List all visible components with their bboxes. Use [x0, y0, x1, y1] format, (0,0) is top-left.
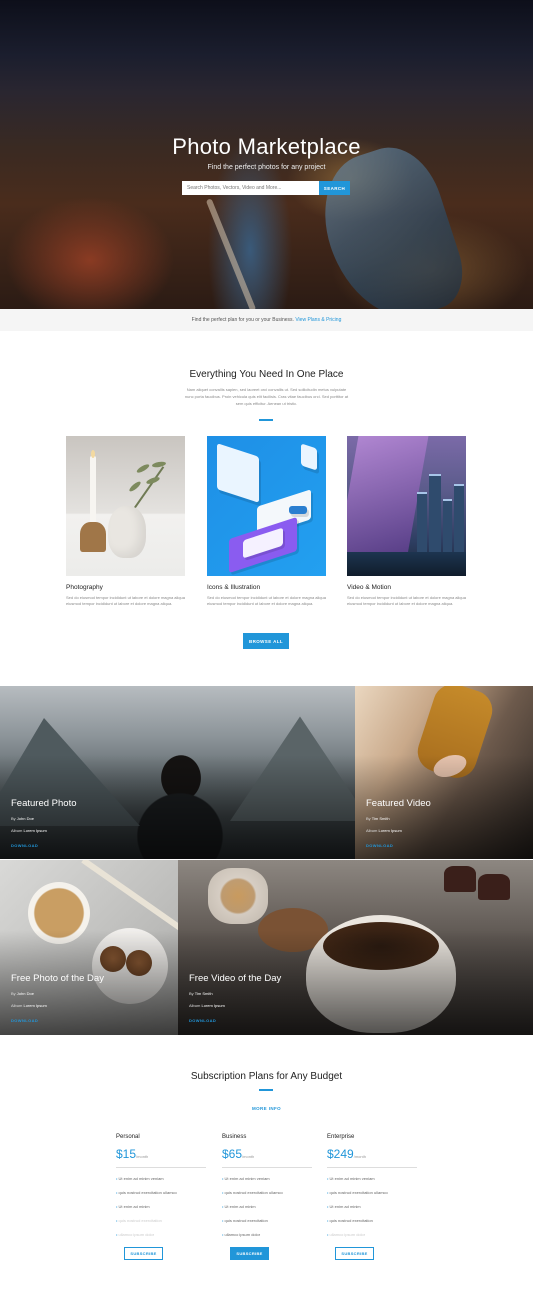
- video-motion-image: [347, 436, 466, 576]
- hero-road-shape: [205, 198, 257, 309]
- free-photo-tile[interactable]: Free Photo of the Day By John Doe Album …: [0, 860, 178, 1035]
- download-link[interactable]: DOWNLOAD: [11, 843, 38, 848]
- plan-feature: Ut enim ad minim veniam: [222, 1172, 312, 1186]
- plan-name: Business: [222, 1134, 247, 1140]
- plan-feature: Ut enim ad minim veniam: [327, 1172, 417, 1186]
- download-link[interactable]: DOWNLOAD: [189, 1018, 216, 1023]
- hero-subtitle: Find the perfect photos for any project: [207, 164, 326, 171]
- tile-title: Featured Photo: [11, 798, 77, 809]
- plan-divider: [116, 1167, 206, 1168]
- hero-river-shape: [306, 135, 474, 309]
- tile-album: Album Lorem Ipsum: [366, 828, 402, 833]
- card-text: Sed do eiusmod tempor incididunt ut labo…: [347, 595, 466, 606]
- plan-business: Business $65/month Ut enim ad minim veni…: [222, 1134, 312, 1260]
- plan-feature: ullamco ipsum dolor: [222, 1228, 312, 1242]
- tile-author: By John Doe: [11, 816, 34, 821]
- tile-title: Featured Video: [366, 798, 431, 809]
- plan-feature: ullamco ipsum dolor: [116, 1228, 206, 1242]
- plan-feature: ullamco ipsum dolor: [327, 1228, 417, 1242]
- card-title: Photography: [66, 584, 103, 591]
- plan-features: Ut enim ad minim veniam quis nostrud exe…: [327, 1172, 417, 1242]
- plan-feature: Ut enim ad minim veniam: [116, 1172, 206, 1186]
- card-video-motion[interactable]: Video & Motion Sed do eiusmod tempor inc…: [347, 436, 466, 607]
- plan-feature: quis nostrud exercitation: [116, 1214, 206, 1228]
- tile-author: By Tim Smith: [366, 816, 390, 821]
- card-text: Sed do eiusmod tempor incididunt ut labo…: [207, 595, 326, 606]
- plan-divider: [327, 1167, 417, 1168]
- download-link[interactable]: DOWNLOAD: [11, 1018, 38, 1023]
- hero-section: Photo Marketplace Find the perfect photo…: [0, 0, 533, 309]
- more-info-link[interactable]: MORE INFO: [0, 1106, 533, 1111]
- card-text: Sed do eiusmod tempor incididunt ut labo…: [66, 595, 185, 606]
- search-bar: SEARCH: [182, 181, 350, 195]
- tile-album: Album Lorem Ipsum: [189, 1003, 225, 1008]
- icons-illustration-image: [207, 436, 326, 576]
- features-title: Everything You Need In One Place: [189, 369, 344, 380]
- hero-title: Photo Marketplace: [172, 134, 361, 159]
- download-link[interactable]: DOWNLOAD: [366, 843, 393, 848]
- tile-title: Free Video of the Day: [189, 973, 282, 984]
- pricing-title: Subscription Plans for Any Budget: [190, 1071, 343, 1082]
- plan-price: $15/month: [116, 1147, 149, 1161]
- view-plans-link[interactable]: View Plans & Pricing: [295, 317, 341, 323]
- tile-title: Free Photo of the Day: [11, 973, 104, 984]
- plan-feature: quis nostrud exercitation ullamco: [222, 1186, 312, 1200]
- tile-album: Album Lorem Ipsum: [11, 828, 47, 833]
- plan-feature: quis nostrud exercitation ullamco: [327, 1186, 417, 1200]
- card-title: Video & Motion: [347, 584, 391, 591]
- accent-divider: [259, 1089, 273, 1091]
- plan-features: Ut enim ad minim veniam quis nostrud exe…: [222, 1172, 312, 1242]
- plan-enterprise: Enterprise $249/month Ut enim ad minim v…: [327, 1134, 417, 1260]
- plan-features: Ut enim ad minim veniam quis nostrud exe…: [116, 1172, 206, 1242]
- plan-name: Personal: [116, 1134, 140, 1140]
- plan-feature: quis nostrud exercitation: [222, 1214, 312, 1228]
- features-description: Nam aliquet convallis sapien, sed laoree…: [184, 387, 349, 406]
- accent-divider: [259, 419, 273, 421]
- featured-photo-tile[interactable]: Featured Photo By John Doe Album Lorem I…: [0, 686, 355, 859]
- plans-banner: Find the perfect plan for you or your Bu…: [0, 309, 533, 331]
- card-photography[interactable]: Photography Sed do eiusmod tempor incidi…: [66, 436, 185, 607]
- tile-album: Album Lorem Ipsum: [11, 1003, 47, 1008]
- tile-author: By John Doe: [11, 991, 34, 996]
- subscribe-button[interactable]: SUBSCRIBE: [124, 1247, 163, 1260]
- plan-feature: quis nostrud exercitation: [327, 1214, 417, 1228]
- plan-personal: Personal $15/month Ut enim ad minim veni…: [116, 1134, 206, 1260]
- plan-feature: quis nostrud exercitation ullamco: [116, 1186, 206, 1200]
- browse-all-button[interactable]: BROWSE ALL: [243, 633, 289, 649]
- plans-banner-text: Find the perfect plan for you or your Bu…: [191, 317, 294, 323]
- plan-feature: Ut enim ad minim: [222, 1200, 312, 1214]
- subscribe-button[interactable]: SUBSCRIBE: [335, 1247, 374, 1260]
- plan-feature: Ut enim ad minim: [327, 1200, 417, 1214]
- plan-price: $249/month: [327, 1147, 366, 1161]
- plan-name: Enterprise: [327, 1134, 355, 1140]
- plan-feature: Ut enim ad minim: [116, 1200, 206, 1214]
- plan-price: $65/month: [222, 1147, 255, 1161]
- photography-image: [66, 436, 185, 576]
- card-title: Icons & Illustration: [207, 584, 261, 591]
- free-video-tile[interactable]: Free Video of the Day By Tim Smith Album…: [178, 860, 533, 1035]
- featured-video-tile[interactable]: Featured Video By Tim Smith Album Lorem …: [355, 686, 533, 859]
- tile-author: By Tim Smith: [189, 991, 213, 996]
- subscribe-button[interactable]: SUBSCRIBE: [230, 1247, 269, 1260]
- card-icons-illustration[interactable]: Icons & Illustration Sed do eiusmod temp…: [207, 436, 326, 607]
- search-button[interactable]: SEARCH: [319, 181, 350, 195]
- search-input[interactable]: [182, 181, 319, 195]
- plan-divider: [222, 1167, 312, 1168]
